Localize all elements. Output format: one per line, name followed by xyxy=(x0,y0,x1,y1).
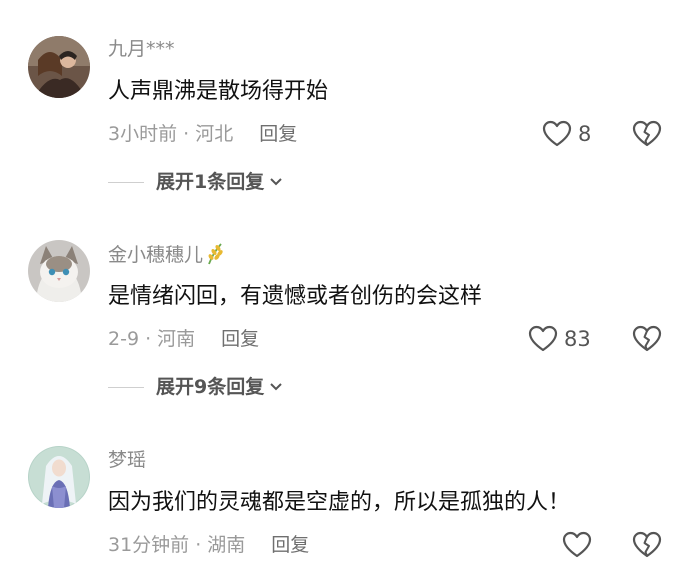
comment-meta: 31分钟前 · 湖南 回复 xyxy=(108,532,309,558)
username[interactable]: 梦瑶 xyxy=(108,448,146,472)
heart-outline-icon xyxy=(562,531,592,558)
avatar-photo xyxy=(28,446,90,508)
timestamp-location: 31分钟前 · 湖南 xyxy=(108,534,246,556)
like-button[interactable] xyxy=(562,531,598,559)
dislike-button[interactable] xyxy=(632,531,662,559)
avatar[interactable] xyxy=(28,446,90,508)
comment-list: 九月*** 人声鼎沸是散场得开始 3小时前 · 河北 回复 8 展开1条回复 金… xyxy=(0,0,690,570)
reply-button[interactable]: 回复 xyxy=(271,532,309,558)
comment-text: 因为我们的灵魂都是空虚的，所以是孤独的人！ xyxy=(108,490,571,515)
comment-item: 梦瑶 因为我们的灵魂都是空虚的，所以是孤独的人！ 31分钟前 · 湖南 回复 xyxy=(0,0,690,570)
broken-heart-icon xyxy=(632,531,662,558)
